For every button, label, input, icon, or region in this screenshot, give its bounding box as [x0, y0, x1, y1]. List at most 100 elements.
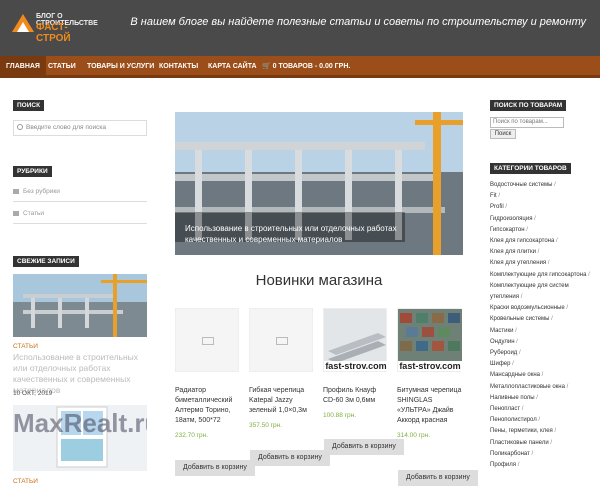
category-item[interactable]: Гидроизоляция / — [490, 214, 590, 225]
product-name[interactable]: Гибкая черепица Katepal Jazzy зеленый 1,… — [249, 386, 315, 416]
product-search-button[interactable]: Поиск — [490, 129, 516, 139]
category-link[interactable]: Клея для плитки — [490, 249, 536, 255]
product-card[interactable]: fast-strov.com Битумная черепица SHINGLA… — [397, 308, 463, 439]
product-card[interactable]: Гибкая черепица Katepal Jazzy зеленый 1,… — [249, 308, 315, 429]
category-link[interactable]: Шифер — [490, 361, 510, 367]
product-card[interactable]: fast-strov.com Профиль Кнауф CD-60 3м 0,… — [323, 308, 389, 419]
category-item[interactable]: Наливные полы / — [490, 393, 590, 404]
category-link[interactable]: Пластиковые панели — [490, 440, 549, 446]
recent-post-image[interactable] — [13, 274, 147, 337]
category-item[interactable]: Профиля / — [490, 460, 590, 471]
category-item[interactable]: Водосточные системы / — [490, 180, 590, 191]
category-item[interactable]: Металлопластиковые окна / — [490, 382, 590, 393]
hero-caption[interactable]: Использование в строительных или отделоч… — [185, 223, 410, 245]
product-name[interactable]: Профиль Кнауф CD-60 3м 0,6мм — [323, 386, 389, 406]
add-to-cart-button[interactable]: Добавить в корзину — [250, 450, 330, 466]
category-link[interactable]: Гидроизоляция — [490, 216, 532, 222]
add-to-cart-button[interactable]: Добавить в корзину — [175, 460, 255, 476]
category-item[interactable]: Клея для гипсокартона / — [490, 236, 590, 247]
recent-post-category[interactable]: СТАТЬИ — [13, 343, 38, 350]
category-item[interactable]: Клея для плитки / — [490, 247, 590, 258]
product-image[interactable]: fast-strov.com — [397, 308, 462, 372]
category-link[interactable]: Поликарбонат — [490, 451, 530, 457]
category-item[interactable]: Комплектующие для гипсокартона / — [490, 270, 590, 281]
product-placeholder-image[interactable] — [175, 308, 239, 372]
category-link[interactable]: Комплектующие для систем утепления — [490, 283, 569, 300]
category-link[interactable]: Пенополистирол — [490, 417, 537, 423]
rubric-label: Статьи — [23, 210, 45, 217]
category-item[interactable]: Пенопласт / — [490, 404, 590, 415]
category-separator: / — [524, 226, 528, 233]
category-link[interactable]: Клея для гипсокартона — [490, 238, 554, 244]
product-price: 100.88 грн. — [323, 412, 357, 419]
second-post-category[interactable]: СТАТЬИ — [13, 478, 38, 485]
category-item[interactable]: Клея для утепления / — [490, 258, 590, 269]
site-logo[interactable]: БЛОГ О СТРОИТЕЛЬСТВЕ ФАСТ-СТРОЙ — [12, 10, 102, 44]
nav-articles[interactable]: СТАТЬИ — [42, 56, 82, 78]
placeholder-icon — [202, 337, 214, 345]
divider — [13, 223, 147, 224]
category-link[interactable]: Клея для утепления — [490, 260, 546, 266]
rubric-link-uncategorized[interactable]: Без рубрики — [13, 188, 147, 195]
category-item[interactable]: Пластиковые панели / — [490, 438, 590, 449]
shingle-image — [398, 309, 462, 361]
product-name[interactable]: Битумная черепица SHINGLAS «УЛЬТРА» Джай… — [397, 386, 463, 426]
category-link[interactable]: Пены, герметики, клея — [490, 428, 553, 434]
category-separator: / — [503, 204, 508, 211]
category-link[interactable]: Мансардные окна — [490, 372, 540, 378]
category-link[interactable]: Пенопласт — [490, 406, 520, 412]
category-item[interactable]: Пены, герметики, клея / — [490, 426, 590, 437]
category-link[interactable]: Мастики — [490, 328, 513, 334]
product-name[interactable]: Радиатор биметаллический Алтермо Торино,… — [175, 386, 241, 426]
category-item[interactable]: Fit / — [490, 191, 590, 202]
category-link[interactable]: Водосточные системы — [490, 182, 553, 188]
site-tagline: В нашем блоге вы найдете полезные статьи… — [130, 16, 586, 28]
nav-contacts[interactable]: КОНТАКТЫ — [153, 56, 204, 78]
hero-slider[interactable]: Использование в строительных или отделоч… — [175, 112, 463, 255]
category-link[interactable]: Profil — [490, 204, 504, 210]
product-search-title: ПОИСК ПО ТОВАРАМ — [490, 100, 567, 111]
product-search-input[interactable]: Поиск по товарам... — [490, 117, 564, 128]
category-link[interactable]: Наливные полы — [490, 395, 535, 401]
rubrics-widget-title: РУБРИКИ — [13, 166, 52, 177]
category-link[interactable]: Fit — [490, 193, 497, 199]
category-link[interactable]: Кровельные системы — [490, 316, 550, 322]
rubric-link-articles[interactable]: Статьи — [13, 210, 147, 217]
category-separator: / — [540, 372, 544, 379]
product-card[interactable]: Радиатор биметаллический Алтермо Торино,… — [175, 308, 241, 439]
category-link[interactable]: Гипсокартон — [490, 227, 525, 233]
category-item[interactable]: Гипсокартон / — [490, 225, 590, 236]
category-item[interactable]: Ондулин / — [490, 337, 590, 348]
category-item[interactable]: Комплектующие для систем утепления / — [490, 281, 590, 303]
category-item[interactable]: Рубероид / — [490, 348, 590, 359]
add-to-cart-button[interactable]: Добавить в корзину — [398, 470, 478, 486]
search-placeholder: Введите слово для поиска — [26, 124, 106, 131]
search-icon — [17, 124, 23, 130]
category-link[interactable]: Ондулин — [490, 339, 515, 345]
placeholder-icon — [276, 337, 288, 345]
image-caption: fast-strov.com — [324, 361, 388, 371]
category-item[interactable]: Profil / — [490, 202, 590, 213]
nav-products-services[interactable]: ТОВАРЫ И УСЛУГИ — [81, 56, 160, 78]
nav-home[interactable]: ГЛАВНАЯ — [0, 56, 46, 78]
category-item[interactable]: Поликарбонат / — [490, 449, 590, 460]
category-item[interactable]: Кровельные системы / — [490, 314, 590, 325]
category-link[interactable]: Профиля — [490, 462, 516, 468]
category-item[interactable]: Мансардные окна / — [490, 370, 590, 381]
search-input[interactable]: Введите слово для поиска — [13, 120, 147, 136]
product-placeholder-image[interactable] — [249, 308, 313, 372]
category-link[interactable]: Металлопластиковые окна — [490, 384, 565, 390]
category-link[interactable]: Краски водоэмульсионные — [490, 305, 565, 311]
category-link[interactable]: Рубероид — [490, 350, 517, 356]
category-link[interactable]: Комплектующие для гипсокартона — [490, 272, 586, 278]
category-separator: / — [554, 238, 558, 245]
nav-cart[interactable]: 🛒 0 ТОВАРОВ - 0.00 ГРН. — [256, 56, 356, 78]
category-item[interactable]: Шифер / — [490, 359, 590, 370]
category-item[interactable]: Пенополистирол / — [490, 415, 590, 426]
product-image[interactable]: fast-strov.com — [323, 308, 388, 372]
category-item[interactable]: Краски водоэмульсионные / — [490, 303, 590, 314]
category-item[interactable]: Мастики / — [490, 326, 590, 337]
recent-post-date: 10 ОКТ, 2019 — [13, 390, 53, 397]
nav-sitemap[interactable]: КАРТА САЙТА — [202, 56, 263, 78]
add-to-cart-button[interactable]: Добавить в корзину — [324, 439, 404, 455]
